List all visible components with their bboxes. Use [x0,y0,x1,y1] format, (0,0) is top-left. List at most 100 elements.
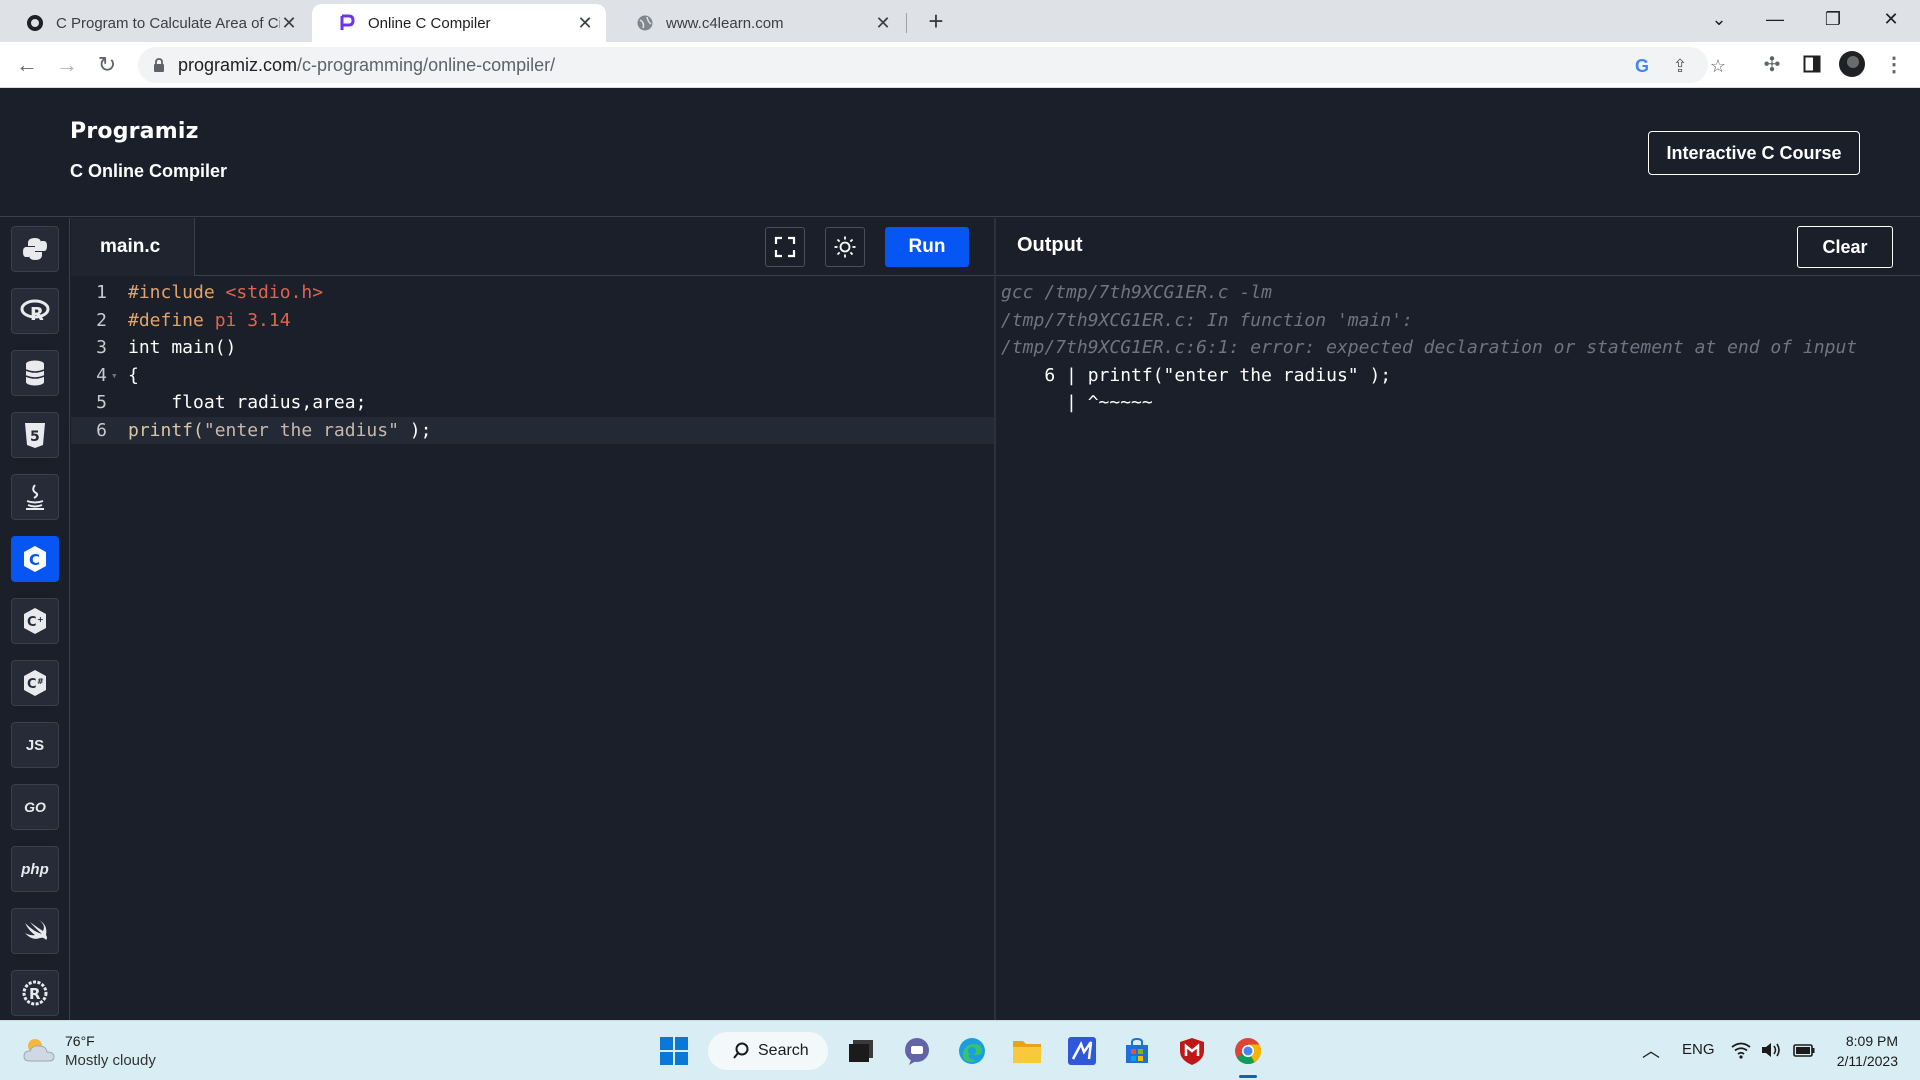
code-token: float radius,area; [128,392,367,414]
task-view-icon[interactable] [843,1033,879,1069]
back-button[interactable]: ← [12,50,42,80]
side-panel-icon[interactable] [1798,50,1826,78]
browser-tab-bar: C Program to Calculate Area of Circle ✕ … [0,0,1920,42]
fullscreen-button[interactable] [765,227,805,267]
html-icon[interactable]: 5 [11,412,59,458]
theme-toggle-button[interactable] [825,227,865,267]
google-icon[interactable]: G [1630,54,1654,78]
microsoft-store-icon[interactable] [1119,1033,1155,1069]
swift-icon[interactable] [11,908,59,954]
volume-icon[interactable] [1760,1041,1782,1063]
browser-tab-2[interactable]: Online C Compiler ✕ [312,4,606,42]
tab-title: www.c4learn.com [666,14,784,32]
java-icon[interactable] [11,474,59,520]
go-label: GO [24,799,46,815]
search-icon [733,1042,749,1059]
code-editor[interactable]: 1 #include <stdio.h> 2 #define pi 3.14 3 int … [71,277,994,1020]
interactive-course-button[interactable]: Interactive C Course [1648,131,1860,175]
show-hidden-icons[interactable]: ︿ [1642,1037,1660,1063]
sketch-app-icon[interactable] [1064,1033,1100,1069]
code-line[interactable]: 5 float radius,area; [71,389,994,416]
bookmark-star-icon[interactable]: ☆ [1706,54,1730,78]
php-icon[interactable]: php [11,846,59,892]
tab-title: C Program to Calculate Area of Circle [56,14,280,32]
sql-icon[interactable] [11,350,59,396]
profile-avatar[interactable] [1838,50,1866,78]
go-icon[interactable]: GO [11,784,59,830]
cpp-icon[interactable]: C + [11,598,59,644]
url-field[interactable]: programiz.com/c-programming/online-compi… [138,47,1726,83]
chrome-icon[interactable] [1230,1033,1266,1069]
code-token: pi 3.14 [214,309,291,331]
fold-arrow-icon[interactable]: ▾ [111,362,118,389]
file-tab-main[interactable]: main.c [71,218,195,276]
weather-temperature[interactable]: 76°F [65,1033,95,1049]
clock-time: 8:09 PM [1845,1033,1898,1049]
edge-browser-icon[interactable] [954,1033,990,1069]
reload-button[interactable]: ↻ [92,50,122,80]
svg-text:+: + [37,615,44,624]
tab-title: Online C Compiler [368,14,491,32]
csharp-icon[interactable]: C # [11,660,59,706]
r-icon[interactable]: R [11,288,59,334]
tab-separator [906,13,907,33]
forward-button[interactable]: → [52,50,82,80]
output-title: Output [1017,234,1083,256]
code-text: #include <stdio.h> [128,279,323,306]
rust-icon[interactable]: R [11,970,59,1016]
programiz-logo[interactable]: Programiz [70,119,199,144]
new-tab-button[interactable]: + [922,8,950,36]
share-icon[interactable]: ⇪ [1668,54,1692,78]
browser-tab-3[interactable]: www.c4learn.com ✕ [610,4,904,42]
weather-cloud-icon[interactable] [22,1035,56,1065]
teams-chat-icon[interactable] [899,1033,935,1069]
clear-button[interactable]: Clear [1797,226,1893,268]
fullscreen-icon [774,236,796,258]
svg-text:C: C [27,615,37,630]
code-token: { [128,364,139,386]
code-line[interactable]: 2 #define pi 3.14 [71,307,994,334]
close-tab-icon[interactable]: ✕ [576,13,594,34]
minimize-button[interactable]: — [1752,0,1798,40]
mcafee-icon[interactable] [1174,1033,1210,1069]
code-line[interactable]: 3 int main() [71,334,994,361]
code-text: int main() [128,334,236,361]
browser-tab-1[interactable]: C Program to Calculate Area of Circle ✕ [0,4,310,42]
windows-start-icon[interactable] [656,1033,692,1069]
code-token: ); [398,420,432,441]
javascript-icon[interactable]: JS [11,722,59,768]
wifi-icon[interactable] [1730,1041,1752,1063]
weather-description[interactable]: Mostly cloudy [65,1052,156,1069]
menu-icon[interactable]: ⋮ [1880,50,1908,78]
c-icon[interactable]: C [11,536,59,582]
run-button[interactable]: Run [885,227,969,267]
system-clock[interactable]: 8:09 PM 2/11/2023 [1828,1031,1898,1071]
close-tab-icon[interactable]: ✕ [874,13,892,34]
page-title: C Online Compiler [70,161,228,181]
windows-taskbar: 76°F Mostly cloudy Search ︿ ENG 8:09 PM … [0,1020,1920,1080]
code-token: printf( [128,420,204,441]
line-number: 4 [96,364,107,386]
input-language[interactable]: ENG [1682,1041,1715,1058]
code-text: #define pi 3.14 [128,307,291,334]
battery-icon[interactable] [1792,1041,1816,1063]
close-tab-icon[interactable]: ✕ [280,13,298,34]
code-line[interactable]: 6 printf("enter the radius" ); [71,417,994,444]
python-icon[interactable] [11,226,59,272]
code-line[interactable]: 4 ▾ { [71,362,994,389]
restore-button[interactable]: ❐ [1810,0,1856,40]
close-window-button[interactable]: ✕ [1868,0,1914,40]
svg-text:5: 5 [30,429,40,445]
tab-search-icon[interactable]: ⌄ [1696,0,1742,40]
taskbar-search[interactable]: Search [708,1032,828,1070]
extensions-icon[interactable]: ✣ [1758,50,1786,78]
language-sidebar: R 5 C C + C # JS GO php R [0,218,70,1020]
url-host: programiz.com [178,54,298,75]
active-app-indicator [1239,1075,1257,1078]
svg-text:C: C [29,551,40,569]
line-number: 3 [96,337,107,359]
code-line[interactable]: 1 #include <stdio.h> [71,279,994,306]
output-console: gcc /tmp/7th9XCG1ER.c -lm/tmp/7th9XCG1ER… [996,277,1920,1020]
github-favicon-icon [26,14,44,32]
file-explorer-icon[interactable] [1009,1033,1045,1069]
